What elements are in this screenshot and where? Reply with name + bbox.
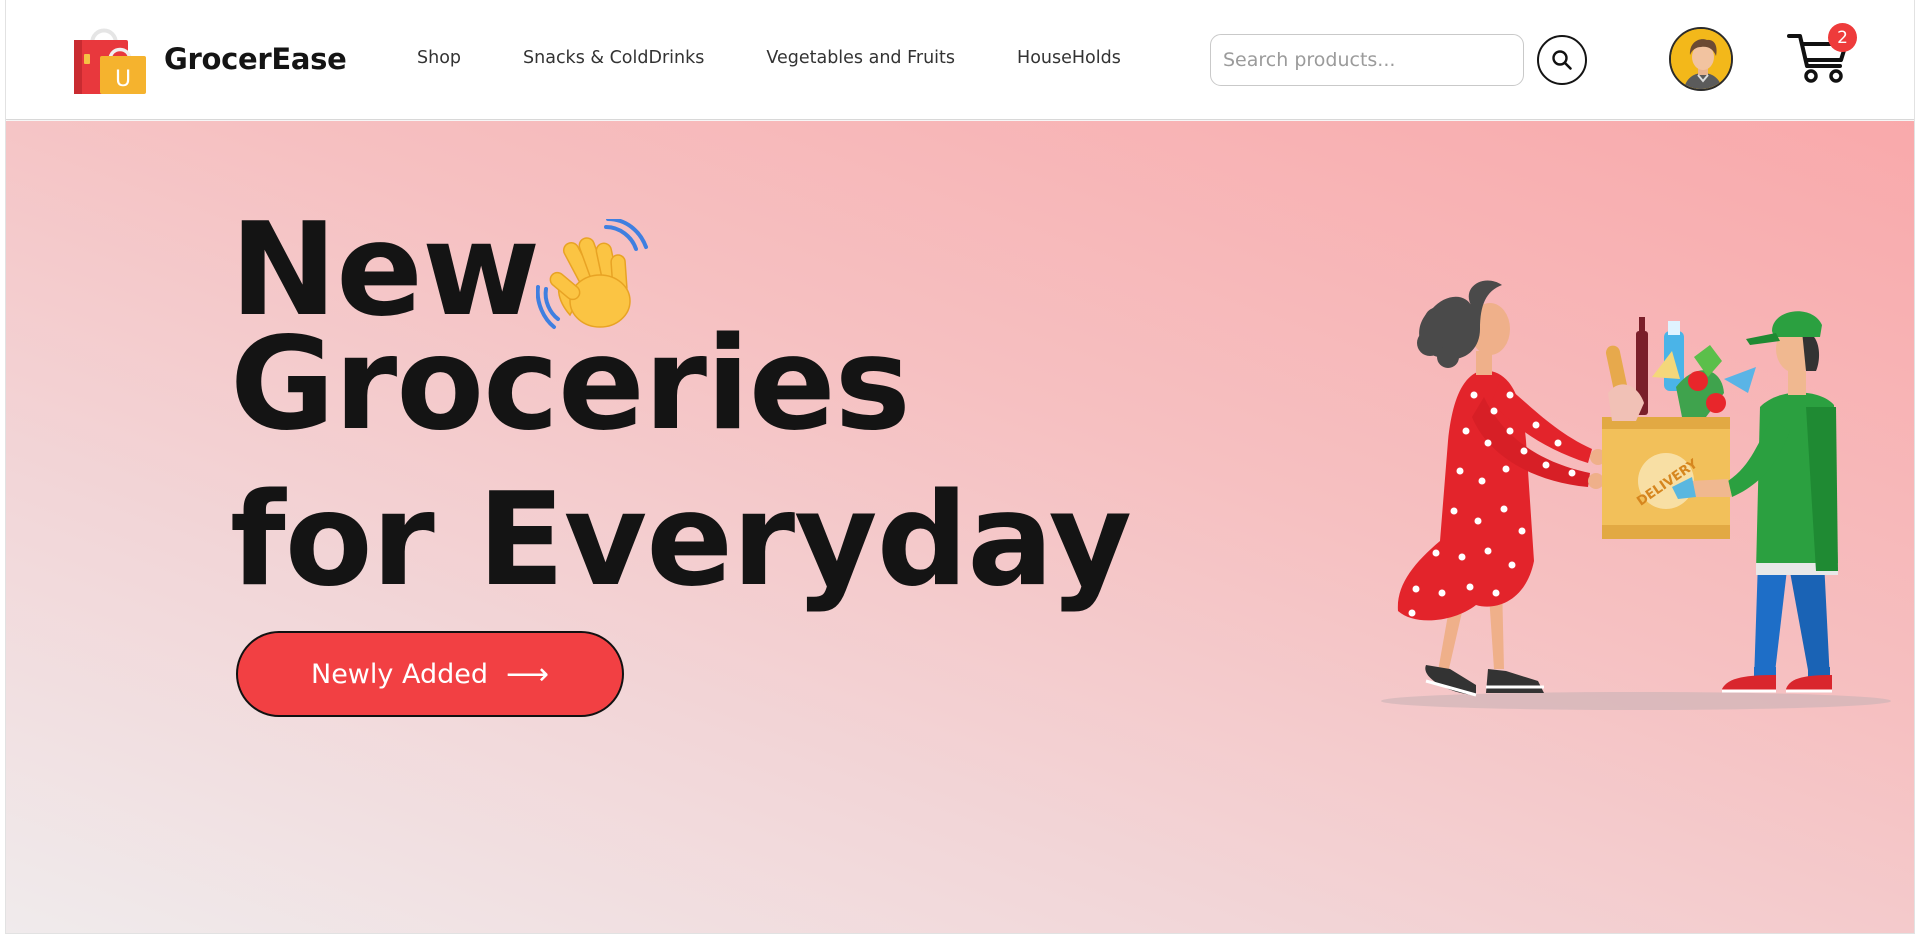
navbar: U GrocerEase Shop Snacks & ColdDrinks Ve… [6,0,1914,120]
user-avatar-icon [1671,29,1731,89]
newly-added-label: Newly Added [311,658,488,690]
shopping-bag-logo-icon: U [70,22,150,96]
hero-line-3: for Everyday [230,466,1132,615]
nav-links: Shop Snacks & ColdDrinks Vegetables and … [417,48,1183,68]
search-input[interactable] [1210,34,1524,86]
nav-link-shop[interactable]: Shop [417,48,461,68]
waving-hand-icon [535,217,654,337]
nav-link-snacks-colddrinks[interactable]: Snacks & ColdDrinks [523,48,704,68]
grocery-delivery-illustration: DELIVERY [1376,181,1896,741]
search-icon [1552,50,1572,70]
search-button[interactable] [1537,35,1587,85]
hero-section: New Groceries for Everyday Newly Added ⟶… [6,121,1914,933]
nav-link-households[interactable]: HouseHolds [1017,48,1121,68]
logo-letter: U [115,67,131,92]
arrow-right-icon: ⟶ [505,656,549,692]
user-avatar[interactable] [1669,27,1733,91]
newly-added-button[interactable]: Newly Added ⟶ [236,631,624,717]
page: U GrocerEase Shop Snacks & ColdDrinks Ve… [5,0,1915,934]
brand-name: GrocerEase [164,42,347,76]
nav-link-vegetables-fruits[interactable]: Vegetables and Fruits [766,48,955,68]
hero-line-2: Groceries [230,310,911,459]
cart-count-badge: 2 [1828,23,1857,52]
brand[interactable]: U GrocerEase [70,22,347,96]
